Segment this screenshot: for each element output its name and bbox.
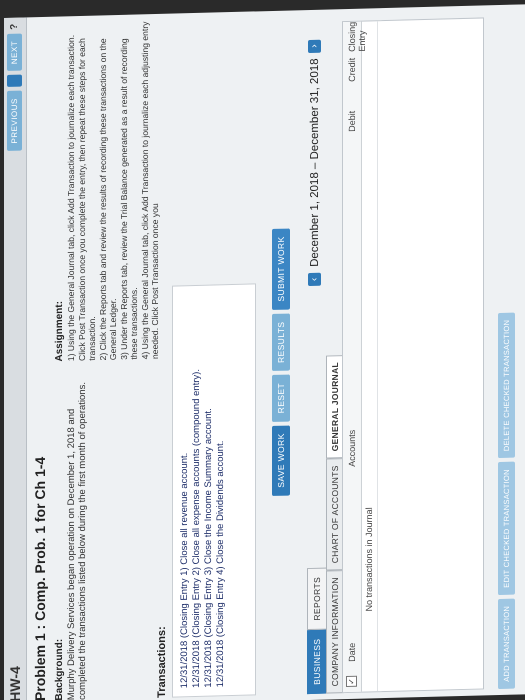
add-transaction-button[interactable]: Add Transaction — [498, 598, 515, 690]
assignment-list: 1) Using the General Journal tab, click … — [66, 19, 161, 361]
save-work-button[interactable]: Save Work — [272, 425, 290, 496]
transactions-heading: Transactions: — [156, 626, 168, 699]
transactions-box: 12/31/2018 (Closing Entry 1) Close all r… — [172, 283, 256, 698]
screen: HW-4 Previous Next ? Problem 1 : Comp. P… — [4, 4, 525, 700]
tab-business[interactable]: Business — [307, 629, 327, 695]
empty-journal-message: No transactions in Journal — [364, 507, 374, 612]
prev-period-icon[interactable]: ‹ — [308, 272, 321, 287]
submit-work-button[interactable]: Submit Work — [272, 228, 290, 310]
help-icon[interactable]: ? — [7, 24, 22, 31]
transaction-item: 12/31/2018 (Closing Entry 4) Close the D… — [215, 440, 226, 688]
action-buttons: Save Work Reset Results Submit Work — [272, 228, 290, 496]
general-journal-table: ✓ Date Accounts Debit Credit Closing Ent… — [342, 17, 484, 694]
reset-button[interactable]: Reset — [272, 374, 290, 422]
date-range-nav: ‹ December 1, 2018 – December 31, 2018 › — [308, 39, 321, 287]
select-all-checkbox[interactable]: ✓ — [346, 675, 357, 688]
journal-header-row: ✓ Date Accounts Debit Credit Closing Ent… — [343, 21, 367, 693]
assignment-item: 2) Click the Reports tab and review the … — [97, 38, 119, 361]
previous-button[interactable]: Previous — [7, 90, 22, 151]
empty-journal-row: No transactions in Journal — [361, 21, 378, 692]
nav-group: Previous Next ? — [7, 24, 22, 151]
next-period-icon[interactable]: › — [308, 39, 321, 53]
edit-checked-transaction-button[interactable]: Edit Checked Transaction — [498, 461, 515, 596]
transaction-item: 12/31/2018 (Closing Entry 2) Close all e… — [191, 368, 202, 689]
assignment-item: 3) Under the Reports tab, review the Tri… — [118, 38, 140, 361]
column-header-credit: Credit — [347, 57, 357, 83]
date-range-label: December 1, 2018 – December 31, 2018 — [308, 58, 321, 268]
assignment-heading: Assignment: — [54, 300, 65, 362]
main-tabs: Business Reports — [307, 567, 327, 695]
page-indicator — [7, 74, 22, 88]
column-header-accounts: Accounts — [347, 429, 357, 468]
assignment-item: 4) Using the General Journal tab, click … — [139, 21, 161, 360]
results-button[interactable]: Results — [272, 313, 290, 372]
column-header-debit: Debit — [347, 110, 357, 133]
journal-actions: Add Transaction Edit Checked Transaction… — [498, 312, 515, 690]
column-header-date: Date — [347, 642, 357, 663]
problem-title: Problem 1 : Comp. Prob. 1 for Ch 1-4 — [32, 456, 48, 700]
tab-reports[interactable]: Reports — [307, 567, 327, 630]
transactions-list: 12/31/2018 (Closing Entry 1) Close all r… — [179, 285, 227, 689]
next-button[interactable]: Next — [7, 33, 22, 72]
assignment-item: 1) Using the General Journal tab, click … — [66, 34, 97, 362]
delete-checked-transaction-button[interactable]: Delete Checked Transaction — [498, 312, 515, 459]
transaction-item: 12/31/2018 (Closing Entry 1) Close all r… — [179, 452, 190, 689]
transaction-item: 12/31/2018 (Closing Entry 3) Close the I… — [203, 408, 214, 688]
top-bar: HW-4 Previous Next ? — [4, 17, 27, 700]
background-text: Murphy Delivery Services began operation… — [66, 381, 88, 700]
background-heading: Background: — [54, 638, 65, 700]
photo-stage: HW-4 Previous Next ? Problem 1 : Comp. P… — [0, 0, 525, 700]
assignment-title: HW-4 — [7, 666, 23, 700]
